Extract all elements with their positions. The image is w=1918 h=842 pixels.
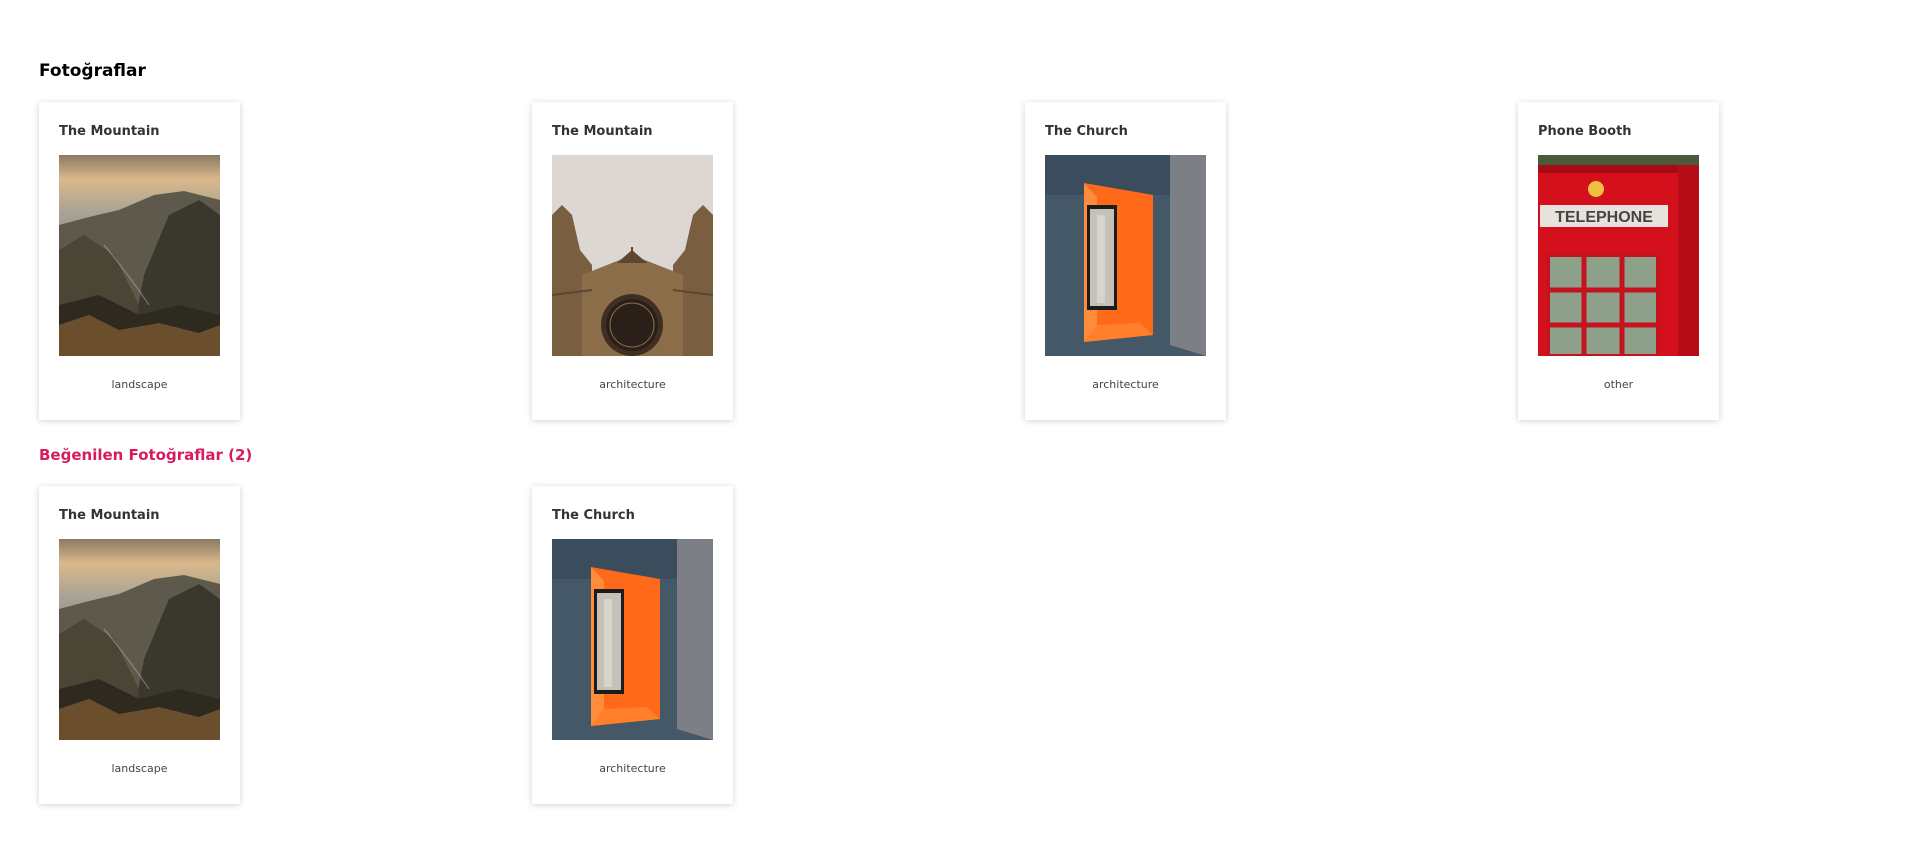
liked-photo-card[interactable]: The Mountain landscape xyxy=(39,486,240,804)
photo-card-category: architecture xyxy=(1092,378,1159,391)
mountain-photo[interactable] xyxy=(59,539,220,740)
photo-card[interactable]: The Church architecture xyxy=(1025,102,1226,420)
photo-card-category: landscape xyxy=(111,762,168,775)
photo-card-category: landscape xyxy=(111,378,168,391)
orange-window-photo[interactable] xyxy=(1045,155,1206,356)
telephone-booth-photo[interactable]: TELEPHONE xyxy=(1538,155,1699,356)
photo-card-title: The Church xyxy=(552,508,635,523)
photo-card-title: The Mountain xyxy=(552,124,653,139)
photo-card[interactable]: The Mountain landscape xyxy=(39,102,240,420)
mountain-photo[interactable] xyxy=(59,155,220,356)
photo-card-category: architecture xyxy=(599,762,666,775)
photo-card-category: other xyxy=(1603,378,1634,391)
liked-photo-card[interactable]: The Church architecture xyxy=(532,486,733,804)
liked-photos-section-title: Beğenilen Fotoğraflar (2) xyxy=(39,446,253,464)
photo-gallery-page: Fotoğraflar The Mountain landscape The M… xyxy=(0,0,1918,842)
photo-card-category: architecture xyxy=(599,378,666,391)
orange-window-photo[interactable] xyxy=(552,539,713,740)
photos-section-title: Fotoğraflar xyxy=(39,61,146,81)
photo-card-title: The Church xyxy=(1045,124,1128,139)
photo-card[interactable]: Phone Booth TELEPHONE other xyxy=(1518,102,1719,420)
photo-card-title: Phone Booth xyxy=(1538,124,1632,139)
photo-card-title: The Mountain xyxy=(59,124,160,139)
cathedral-photo[interactable] xyxy=(552,155,713,356)
svg-text:TELEPHONE: TELEPHONE xyxy=(1555,209,1653,226)
photo-card-title: The Mountain xyxy=(59,508,160,523)
photo-card[interactable]: The Mountain architecture xyxy=(532,102,733,420)
